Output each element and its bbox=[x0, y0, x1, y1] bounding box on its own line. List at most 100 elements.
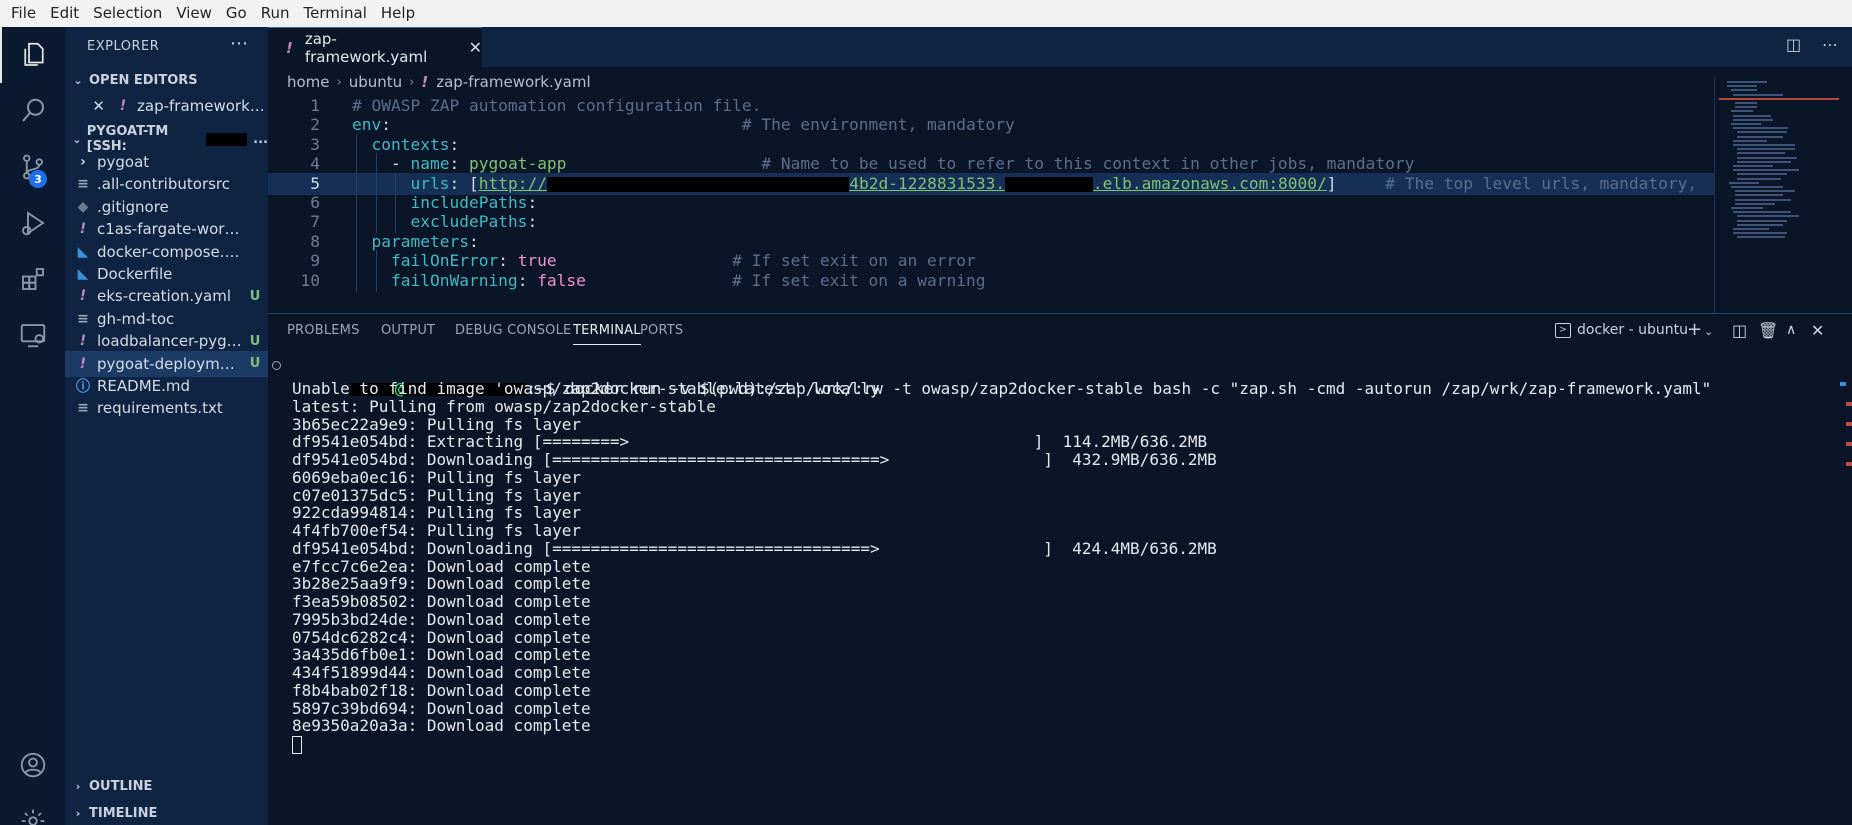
minimap-line bbox=[1735, 102, 1757, 104]
workspace-ellipsis: ... bbox=[253, 131, 268, 147]
code-line: 10 failOnWarning: false # If set exit on… bbox=[268, 269, 1714, 292]
search-icon[interactable] bbox=[0, 83, 65, 139]
minimap-line bbox=[1727, 85, 1757, 88]
account-icon[interactable] bbox=[0, 737, 65, 793]
menu-run[interactable]: Run bbox=[254, 0, 297, 27]
more-actions-icon[interactable]: ⋯ bbox=[230, 33, 248, 54]
code-token: : bbox=[449, 134, 460, 154]
gear-icon[interactable]: 1 bbox=[0, 793, 65, 825]
remote-explorer-icon[interactable] bbox=[0, 307, 65, 363]
code-editor[interactable]: 1 # OWASP ZAP automation configuration fi… bbox=[268, 95, 1714, 313]
minimap-line bbox=[1733, 232, 1787, 235]
scrollbar-marker bbox=[1846, 442, 1852, 446]
code-token: excludePaths bbox=[410, 212, 528, 232]
breadcrumb-item[interactable]: zap-framework.yaml bbox=[436, 73, 590, 91]
terminal-selector[interactable]: > docker - ubuntu bbox=[1555, 322, 1688, 338]
terminal-line: 8e9350a20a3a: Download complete bbox=[292, 716, 591, 736]
minimap-line bbox=[1737, 135, 1783, 138]
workspace-header[interactable]: ⌄ PYGOAT-TM [SSH: ... bbox=[65, 124, 268, 154]
terminal[interactable]: @:~$ docker run -v $(pwd):/zap/wrk/:rw -… bbox=[268, 357, 1852, 817]
close-panel-icon[interactable]: ✕ bbox=[1811, 321, 1824, 340]
menu-selection[interactable]: Selection bbox=[86, 0, 169, 27]
menu-go[interactable]: Go bbox=[219, 0, 254, 27]
code-token: pygoat-app bbox=[468, 154, 567, 174]
code-token: failOnWarning bbox=[390, 270, 518, 290]
minimap-line bbox=[1733, 139, 1767, 142]
terminal-icon: > bbox=[1555, 322, 1571, 338]
code-token: contexts bbox=[371, 134, 450, 154]
minimap-line bbox=[1731, 186, 1783, 188]
extensions-icon[interactable] bbox=[0, 251, 65, 307]
minimap-line bbox=[1733, 127, 1788, 130]
code-token: name bbox=[410, 154, 450, 174]
lines-icon: ≡ bbox=[77, 400, 89, 417]
code-token: : bbox=[381, 115, 391, 135]
breadcrumb-item[interactable]: home bbox=[287, 73, 330, 91]
code-token: ] bbox=[1326, 173, 1386, 193]
outline-header[interactable]: › OUTLINE bbox=[65, 774, 268, 798]
lines-icon: ≡ bbox=[77, 176, 89, 193]
menu-view[interactable]: View bbox=[169, 0, 219, 27]
bottom-panel: PROBLEMS OUTPUT DEBUG CONSOLE TERMINAL PORTS… bbox=[268, 313, 1852, 825]
chevron-down-icon[interactable]: ⌄ bbox=[1704, 325, 1713, 338]
source-control-icon[interactable]: 3 bbox=[0, 139, 65, 195]
tab-label: zap-framework.yaml bbox=[304, 29, 428, 66]
menu-file[interactable]: File bbox=[4, 0, 43, 27]
code-token: false bbox=[537, 270, 586, 290]
redacted-host bbox=[205, 132, 248, 146]
minimap-line bbox=[1733, 228, 1769, 230]
tab-ports[interactable]: PORTS bbox=[640, 323, 683, 338]
trash-icon[interactable]: 🗑 bbox=[1758, 321, 1778, 340]
minimap-line bbox=[1731, 110, 1753, 113]
minimap[interactable] bbox=[1714, 77, 1852, 313]
tree-item-label: pygoat bbox=[97, 153, 150, 171]
tab-debug-console[interactable]: DEBUG CONSOLE bbox=[455, 323, 571, 338]
code-text: failOnWarning: false # If set exit on a … bbox=[352, 270, 986, 292]
yaml-icon: ! bbox=[421, 73, 429, 91]
new-terminal-icon[interactable]: + bbox=[1687, 319, 1702, 340]
code-token: # The environment, mandatory bbox=[741, 115, 1015, 135]
breadcrumb-item[interactable]: ubuntu bbox=[349, 73, 402, 91]
minimap-line bbox=[1731, 207, 1763, 209]
menu-bar: File Edit Selection View Go Run Terminal Help bbox=[0, 0, 1852, 27]
maximize-panel-icon[interactable]: ∧ bbox=[1786, 322, 1796, 338]
code-token: : bbox=[527, 193, 538, 212]
open-editor-label: zap-framework.yaml bbox=[137, 97, 268, 115]
run-debug-icon[interactable] bbox=[0, 195, 65, 251]
minimap-line bbox=[1735, 194, 1783, 197]
activity-bar: 3 1 bbox=[0, 27, 65, 825]
terminal-scrollbar[interactable] bbox=[1840, 357, 1852, 817]
tree-item-label: gh-md-toc bbox=[97, 309, 175, 328]
redacted-text bbox=[1005, 176, 1093, 192]
tab-output[interactable]: OUTPUT bbox=[381, 323, 435, 338]
explorer-icon[interactable] bbox=[0, 27, 65, 83]
tab-terminal[interactable]: TERMINAL bbox=[573, 323, 641, 345]
minimap-line bbox=[1737, 173, 1787, 176]
more-actions-icon[interactable]: ⋯ bbox=[1822, 35, 1838, 54]
menu-edit[interactable]: Edit bbox=[43, 0, 86, 27]
tab-zap-framework[interactable]: ! zap-framework.yaml ✕ bbox=[268, 27, 482, 67]
tree-item[interactable]: ≡ requirements.txt bbox=[65, 395, 268, 421]
code-token: failOnError bbox=[390, 251, 499, 271]
code-token: # If set exit on a warning bbox=[732, 270, 986, 290]
editor-tabs: ! zap-framework.yaml ✕ ◫ ⋯ bbox=[268, 27, 1852, 67]
open-editor-item[interactable]: ✕ ! zap-framework.yaml bbox=[65, 93, 268, 119]
timeline-header[interactable]: › TIMELINE bbox=[65, 801, 268, 825]
close-icon[interactable]: ✕ bbox=[469, 38, 482, 57]
menu-help[interactable]: Help bbox=[374, 0, 422, 27]
minimap-line bbox=[1731, 89, 1757, 92]
split-editor-icon[interactable]: ◫ bbox=[1786, 35, 1801, 54]
minimap-line bbox=[1737, 236, 1785, 239]
code-token: : bbox=[449, 154, 469, 174]
menu-terminal[interactable]: Terminal bbox=[297, 0, 374, 27]
tab-problems[interactable]: PROBLEMS bbox=[287, 323, 360, 338]
open-editors-header[interactable]: ⌄ OPEN EDITORS bbox=[65, 68, 268, 92]
split-terminal-icon[interactable]: ◫ bbox=[1732, 321, 1747, 340]
chevron-right-icon: › bbox=[80, 154, 86, 170]
terminal-cursor-line bbox=[292, 733, 302, 754]
close-icon[interactable]: ✕ bbox=[65, 97, 105, 115]
minimap-line bbox=[1735, 202, 1775, 205]
code-token: # If set exit on an error bbox=[732, 251, 976, 271]
minimap-line bbox=[1737, 131, 1787, 134]
